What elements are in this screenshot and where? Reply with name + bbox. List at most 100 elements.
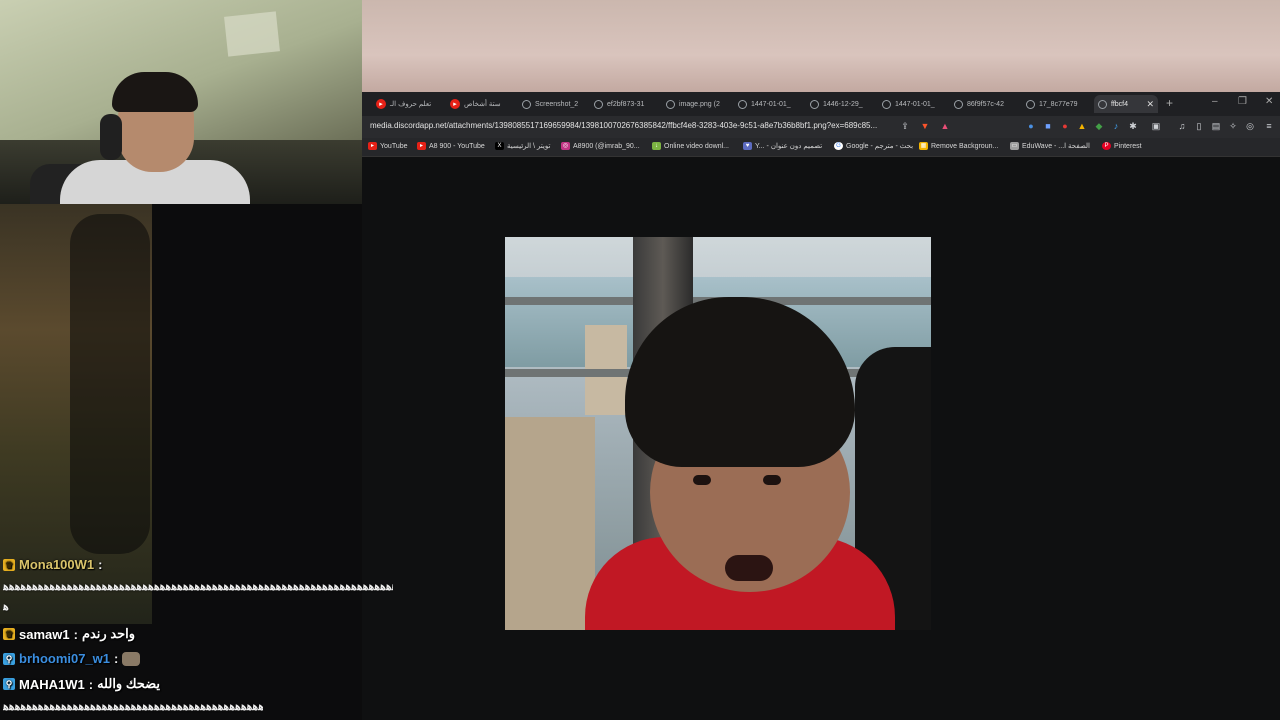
brave-rewards-icon[interactable]: ▲ bbox=[940, 121, 950, 131]
tab-2[interactable]: Screenshot_2 bbox=[518, 95, 584, 113]
address-bar[interactable]: media.discordapp.net/attachments/1398085… bbox=[362, 116, 1280, 138]
sidebar-icon[interactable]: ▯ bbox=[1194, 121, 1204, 131]
bookmark-4[interactable]: ↓ Online video downl... bbox=[652, 142, 729, 150]
chat-message-text: ﻫ bbox=[3, 601, 10, 613]
chat-separator: : bbox=[98, 557, 103, 572]
chat-message-text: ﻫﻫﻫﻫﻫﻫﻫﻫﻫﻫﻫﻫﻫﻫﻫﻫﻫﻫﻫﻫﻫﻫﻫﻫﻫﻫﻫﻫﻫﻫﻫﻫﻫﻫﻫﻫﻫﻫﻫﻫ… bbox=[3, 581, 393, 593]
new-tab-button[interactable]: + bbox=[1166, 96, 1173, 110]
globe-icon bbox=[594, 99, 603, 109]
chat-separator: : bbox=[114, 651, 119, 666]
tab-title: ffbcf4 bbox=[1111, 100, 1128, 108]
screenshot-icon[interactable]: ▣ bbox=[1151, 121, 1161, 131]
ai-icon[interactable]: ✧ bbox=[1228, 121, 1238, 131]
globe-icon bbox=[882, 99, 891, 109]
tab-title: تعلم حروف الـ bbox=[390, 101, 432, 108]
chat-separator: : bbox=[73, 626, 78, 642]
globe-icon bbox=[1098, 99, 1107, 109]
youtube-icon: ▸ bbox=[376, 99, 386, 109]
music-icon[interactable]: ♫ bbox=[1177, 121, 1187, 131]
vpn-icon[interactable]: ◎ bbox=[1245, 121, 1255, 131]
restore-button[interactable]: ❐ bbox=[1238, 96, 1247, 107]
eye bbox=[763, 475, 781, 485]
wallet-icon[interactable]: ▤ bbox=[1211, 121, 1221, 131]
browser-window: ▸ تعلم حروف الـ ▸ ستة أشخاص Screenshot_2… bbox=[362, 92, 1280, 720]
close-window-button[interactable]: ✕ bbox=[1265, 96, 1273, 107]
tab-9[interactable]: 17_8c77e79 bbox=[1022, 95, 1088, 113]
bookmark-2[interactable]: X تويتر \ الرئيسية bbox=[495, 142, 550, 150]
youtube-icon: ▸ bbox=[368, 142, 377, 150]
pin-icon: ⚲ bbox=[3, 678, 15, 690]
tab-7[interactable]: 1447-01-01_ bbox=[878, 95, 944, 113]
bookmark-label: Online video downl... bbox=[664, 142, 729, 150]
instagram-icon: ◎ bbox=[561, 142, 570, 150]
bookmark-5[interactable]: ♥ Y... - تصميم دون عنوان bbox=[743, 142, 822, 150]
tab-5[interactable]: 1447-01-01_ bbox=[734, 95, 800, 113]
record-icon[interactable]: ● bbox=[1060, 121, 1070, 131]
tab-title: Screenshot_2 bbox=[535, 100, 579, 108]
tab-4[interactable]: image.png (2 bbox=[662, 95, 728, 113]
bookmark-label: EduWave - ...الصفحة ا bbox=[1022, 143, 1091, 150]
tab-active[interactable]: ffbcf4 ✕ bbox=[1094, 95, 1158, 113]
bookmark-7[interactable]: ▦ Remove Backgroun... bbox=[919, 142, 998, 150]
brave-shield-icon[interactable]: ▼ bbox=[920, 121, 930, 131]
chat-overlay: ♛ Mona100W1 : ﻫﻫﻫﻫﻫﻫﻫﻫﻫﻫﻫﻫﻫﻫﻫﻫﻫﻫﻫﻫﻫﻫﻫﻫﻫﻫ… bbox=[0, 552, 393, 720]
bookmark-label: Remove Backgroun... bbox=[931, 142, 999, 150]
tab-3[interactable]: ef2bf873-31 bbox=[590, 95, 656, 113]
bookmark-6[interactable]: G Google - بحث - مترجم bbox=[834, 142, 913, 150]
chat-message-text: ﻫﻫﻫﻫﻫﻫﻫﻫﻫﻫﻫﻫﻫﻫﻫﻫﻫﻫﻫﻫﻫﻫﻫﻫﻫﻫﻫﻫﻫﻫﻫﻫﻫﻫﻫﻫﻫﻫﻫﻫ… bbox=[3, 701, 263, 713]
globe-icon bbox=[1026, 99, 1035, 109]
bookmark-label: YouTube bbox=[380, 142, 408, 150]
sound-icon[interactable]: ♪ bbox=[1111, 121, 1121, 131]
bookmark-8[interactable]: ▭ EduWave - ...الصفحة ا bbox=[1010, 142, 1090, 150]
wall-poster bbox=[224, 11, 280, 57]
chat-message: ⚲ brhoomi07_w1 : bbox=[3, 651, 141, 666]
image-viewer[interactable] bbox=[505, 237, 931, 630]
tab-title: 86f9f57c-42 bbox=[967, 100, 1004, 108]
bookmark-label: Pinterest bbox=[1114, 142, 1142, 150]
tab-0[interactable]: ▸ تعلم حروف الـ bbox=[372, 95, 438, 113]
minimize-button[interactable]: – bbox=[1212, 96, 1218, 107]
download-icon: ↓ bbox=[652, 142, 661, 150]
tab-title: 1447-01-01_ bbox=[895, 100, 935, 108]
tab-title: ef2bf873-31 bbox=[607, 100, 645, 108]
chat-message: ♛ samaw1 : واحد رندم bbox=[3, 626, 135, 642]
chat-message-text: يضحك والله bbox=[97, 676, 161, 691]
mouth bbox=[725, 555, 773, 581]
translate-icon[interactable]: ■ bbox=[1043, 121, 1053, 131]
building bbox=[505, 417, 595, 630]
tab-title: image.png (2 bbox=[679, 100, 720, 108]
tab-title: 1446-12-29_ bbox=[823, 100, 863, 108]
bookmark-9[interactable]: P Pinterest bbox=[1102, 142, 1142, 150]
pinterest-icon: P bbox=[1102, 142, 1111, 150]
puzzle-icon[interactable]: ✱ bbox=[1128, 121, 1138, 131]
bookmark-1[interactable]: ▸ A8 900 - YouTube bbox=[417, 142, 485, 150]
tab-1[interactable]: ▸ ستة أشخاص bbox=[446, 95, 512, 113]
bookmark-label: A8 900 - YouTube bbox=[429, 142, 485, 150]
x-icon: X bbox=[495, 142, 504, 150]
bookmark-label: Y... - تصميم دون عنوان bbox=[755, 143, 823, 150]
chat-separator: : bbox=[88, 676, 94, 692]
extension-icon[interactable]: ● bbox=[1026, 121, 1036, 131]
tab-8[interactable]: 86f9f57c-42 bbox=[950, 95, 1016, 113]
bookmark-3[interactable]: ◎ A8900 (@imrab_90... bbox=[561, 142, 640, 150]
tab-title: ستة أشخاص bbox=[464, 101, 501, 108]
menu-icon[interactable]: ≡ bbox=[1264, 121, 1274, 131]
youtube-icon: ▸ bbox=[417, 142, 426, 150]
tab-bar: ▸ تعلم حروف الـ ▸ ستة أشخاص Screenshot_2… bbox=[362, 92, 1280, 116]
url-text[interactable]: media.discordapp.net/attachments/1398085… bbox=[370, 121, 877, 130]
tab-title: 1447-01-01_ bbox=[751, 100, 791, 108]
shield-icon[interactable]: ◆ bbox=[1094, 121, 1104, 131]
globe-icon bbox=[666, 99, 675, 109]
bookmark-0[interactable]: ▸ YouTube bbox=[368, 142, 408, 150]
share-icon[interactable]: ⇪ bbox=[900, 121, 910, 131]
youtube-icon: ▸ bbox=[450, 99, 460, 109]
page-icon: ▭ bbox=[1010, 142, 1019, 150]
headphones bbox=[100, 114, 122, 160]
close-tab-icon[interactable]: ✕ bbox=[1146, 99, 1154, 110]
pin-icon: ⚲ bbox=[3, 652, 15, 665]
warning-icon[interactable]: ▲ bbox=[1077, 121, 1087, 131]
tab-6[interactable]: 1446-12-29_ bbox=[806, 95, 872, 113]
bookmark-label: تويتر \ الرئيسية bbox=[507, 143, 551, 150]
chat-username: brhoomi07_w1 bbox=[19, 651, 111, 666]
crown-icon: ♛ bbox=[3, 628, 15, 640]
